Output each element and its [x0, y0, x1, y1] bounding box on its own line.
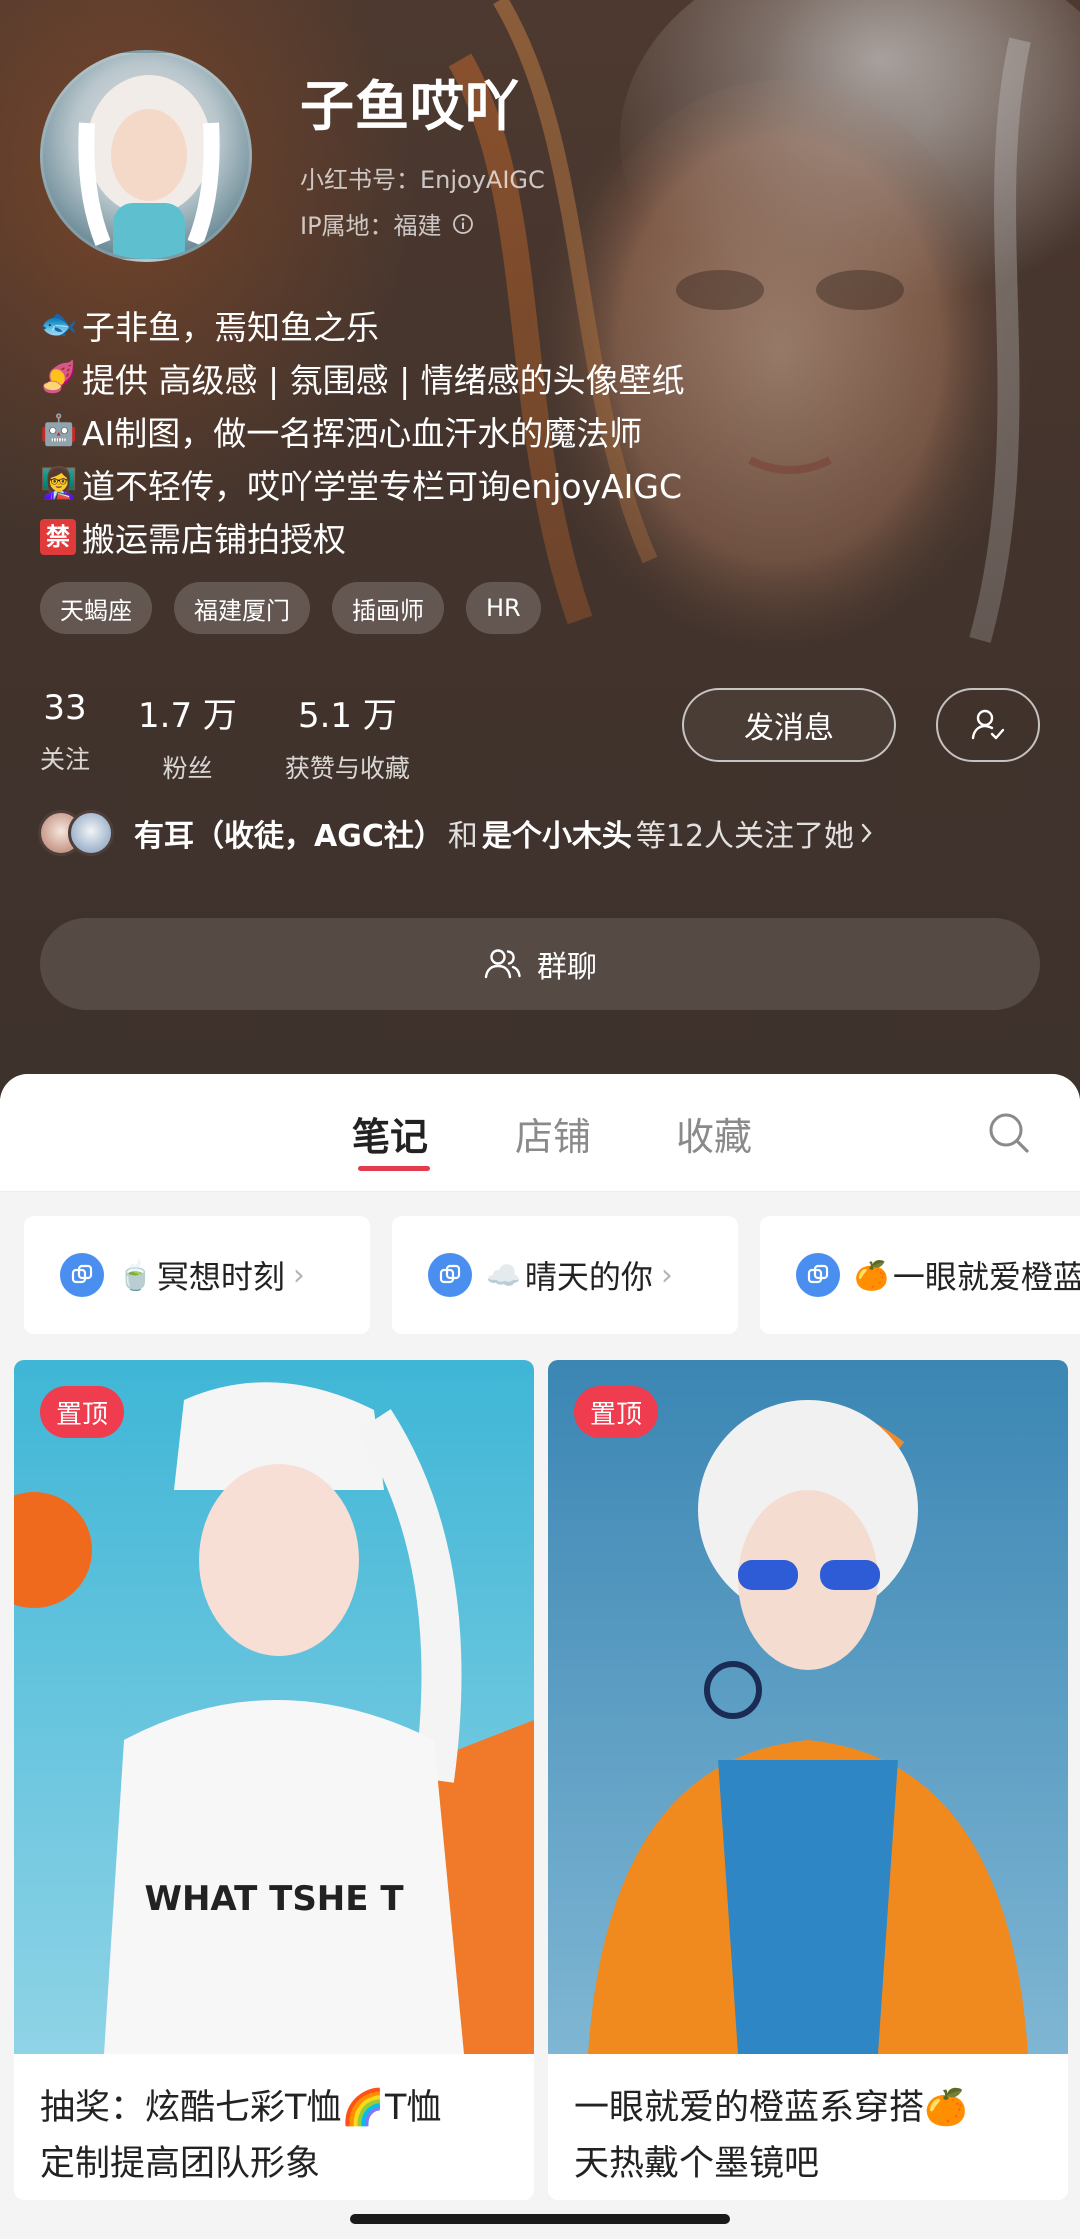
- info-icon[interactable]: [452, 213, 474, 235]
- mutual-avatar: [68, 810, 114, 856]
- chevron-right-icon: ›: [292, 1257, 305, 1293]
- tab-collections[interactable]: 收藏: [676, 1106, 752, 1161]
- collection-icon: [796, 1253, 840, 1297]
- note-title-line: 天热戴个墨镜吧: [574, 2144, 820, 2184]
- stat-likes[interactable]: 5.1 万 获赞与收藏: [285, 688, 410, 785]
- cloud-icon: ☁️: [486, 1258, 521, 1292]
- notes-feed: WHAT TSHE T 置顶 抽奖：炫酷七彩T恤🌈T恤 定制提高团队形象 置顶 …: [14, 1360, 1068, 2200]
- collection-icon: [428, 1253, 472, 1297]
- profile-stats: 33 关注 1.7 万 粉丝 5.1 万 获赞与收藏: [40, 688, 410, 785]
- chevron-right-icon: ›: [660, 1257, 673, 1293]
- profile-bio: 🐟 子非鱼，焉知鱼之乐 🍠 提供 高级感 | 氛围感 | 情绪感的头像壁纸 🤖 …: [40, 298, 1040, 563]
- collection-card[interactable]: ☁️ 晴天的你 ›: [392, 1216, 738, 1334]
- profile-id: 小红书号：EnjoyAIGC: [300, 166, 545, 194]
- profile-header: 子鱼哎吖 小红书号：EnjoyAIGC IP属地：福建 🐟 子非鱼，焉知鱼之乐 …: [0, 0, 1080, 1110]
- stat-following[interactable]: 33 关注: [40, 688, 90, 785]
- chevron-right-icon: [861, 823, 872, 843]
- group-chat-label: 群聊: [537, 950, 597, 985]
- tab-shop[interactable]: 店铺: [515, 1106, 591, 1161]
- stat-label: 粉丝: [162, 754, 213, 783]
- note-title-line: 一眼就爱的橙蓝系穿搭🍊: [574, 2088, 968, 2128]
- collection-card[interactable]: 🍵 冥想时刻 ›: [24, 1216, 370, 1334]
- collection-label: 冥想时刻: [156, 1258, 285, 1296]
- group-icon: [484, 949, 521, 979]
- pinned-badge: 置顶: [574, 1386, 659, 1438]
- bio-line: 👩‍🏫 道不轻传，哎吖学堂专栏可询enjoyAIGC: [40, 457, 1040, 510]
- tea-icon: 🍵: [118, 1258, 153, 1292]
- bio-line: 🤖 AI制图，做一名挥洒心血汗水的魔法师: [40, 404, 1040, 457]
- mutual-suffix: 等12人关注了她: [635, 819, 855, 854]
- tag-chip[interactable]: HR: [466, 582, 541, 634]
- collection-label: 晴天的你: [524, 1258, 653, 1296]
- bio-text: AI制图，做一名挥洒心血汗水的魔法师: [82, 413, 643, 453]
- active-tab-indicator: [358, 1166, 430, 1171]
- search-icon[interactable]: [986, 1110, 1032, 1156]
- tag-chip[interactable]: 福建厦门: [174, 582, 310, 634]
- profile-tags: 天蝎座 福建厦门 插画师 HR: [40, 582, 541, 634]
- collection-list: 🍵 冥想时刻 › ☁️ 晴天的你 › 🍊 一眼就爱橙蓝: [24, 1216, 1080, 1334]
- pinned-badge: 置顶: [40, 1386, 125, 1438]
- bio-line: 禁 搬运需店铺拍授权: [40, 510, 1040, 563]
- mutual-followers[interactable]: 有耳（收徒，AGC社） 和 是个小木头 等12人关注了她: [38, 810, 876, 856]
- stat-label: 获赞与收藏: [284, 754, 410, 783]
- sweet-potato-icon: 🍠: [40, 359, 78, 395]
- note-title: 一眼就爱的橙蓝系穿搭🍊 天热戴个墨镜吧: [574, 2080, 1044, 2192]
- note-title-line: 定制提高团队形象: [40, 2144, 321, 2184]
- note-title: 抽奖：炫酷七彩T恤🌈T恤 定制提高团队形象: [40, 2080, 510, 2192]
- group-chat-button[interactable]: 群聊: [40, 918, 1040, 1010]
- prohibited-icon: 禁: [40, 518, 76, 555]
- teacher-icon: 👩‍🏫: [40, 465, 78, 501]
- stat-label: 关注: [40, 745, 91, 774]
- robot-icon: 🤖: [40, 412, 78, 448]
- tabs-bar: 笔记 店铺 收藏: [0, 1074, 1080, 1192]
- fish-icon: 🐟: [40, 306, 78, 342]
- mutual-text: 有耳（收徒，AGC社） 和 是个小木头 等12人关注了她: [134, 811, 876, 855]
- stat-value: 5.1 万: [297, 696, 397, 736]
- bio-line: 🐟 子非鱼，焉知鱼之乐: [40, 298, 1040, 351]
- mutual-user-1: 有耳（收徒，AGC社）: [134, 819, 444, 854]
- note-cover-image: WHAT TSHE T: [14, 1360, 534, 2054]
- bio-text: 道不轻传，哎吖学堂专栏可询enjoyAIGC: [82, 466, 683, 506]
- content-sheet: 笔记 店铺 收藏 🍵 冥想时刻 › ☁️ 晴天的你 › 🍊 一眼就爱橙蓝 WHA…: [0, 1074, 1080, 2239]
- note-card[interactable]: WHAT TSHE T 置顶 抽奖：炫酷七彩T恤🌈T恤 定制提高团队形象: [14, 1360, 534, 2200]
- tag-chip[interactable]: 插画师: [332, 582, 444, 634]
- mutual-connector: 和: [447, 819, 478, 854]
- collection-card[interactable]: 🍊 一眼就爱橙蓝: [760, 1216, 1080, 1334]
- mutual-user-2: 是个小木头: [481, 819, 632, 854]
- avatar[interactable]: [40, 50, 252, 262]
- collection-label: 一眼就爱橙蓝: [892, 1258, 1080, 1296]
- bio-text: 子非鱼，焉知鱼之乐: [82, 307, 379, 347]
- send-message-button[interactable]: 发消息: [682, 688, 896, 762]
- ip-location: IP属地：福建: [300, 206, 474, 241]
- bio-text: 提供 高级感 | 氛围感 | 情绪感的头像壁纸: [82, 360, 685, 400]
- note-card[interactable]: 置顶 一眼就爱的橙蓝系穿搭🍊 天热戴个墨镜吧: [548, 1360, 1068, 2200]
- profile-name: 子鱼哎吖: [300, 75, 520, 138]
- orange-icon: 🍊: [854, 1258, 889, 1292]
- tab-notes[interactable]: 笔记: [352, 1106, 428, 1161]
- tshirt-print: WHAT TSHE T: [144, 1879, 404, 1919]
- user-check-icon: [971, 709, 1005, 740]
- tag-chip[interactable]: 天蝎座: [40, 582, 152, 634]
- stat-value: 33: [43, 688, 87, 728]
- note-title-line: 抽奖：炫酷七彩T恤🌈T恤: [40, 2088, 442, 2128]
- avatar-illustration: [78, 75, 220, 259]
- note-cover-image: [548, 1360, 1068, 2054]
- bio-line: 🍠 提供 高级感 | 氛围感 | 情绪感的头像壁纸: [40, 351, 1040, 404]
- stat-followers[interactable]: 1.7 万 粉丝: [138, 688, 237, 785]
- ip-location-text: IP属地：福建: [300, 212, 442, 240]
- stat-value: 1.7 万: [138, 696, 237, 736]
- followed-button[interactable]: [936, 688, 1040, 762]
- collection-icon: [60, 1253, 104, 1297]
- bio-text: 搬运需店铺拍授权: [82, 519, 346, 559]
- home-indicator[interactable]: [350, 2214, 730, 2224]
